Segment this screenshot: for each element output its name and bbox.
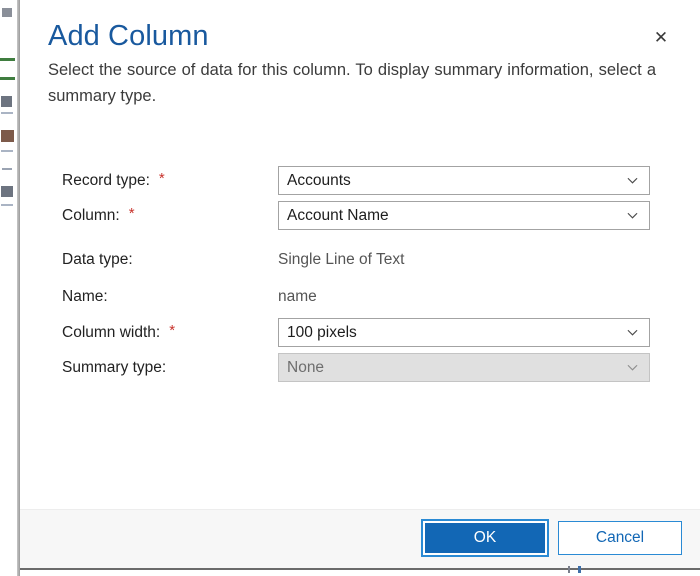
label-record-type: Record type: * (62, 166, 165, 196)
control-data-type: Single Line of Text (278, 245, 650, 274)
label-column: Column: * (62, 201, 135, 231)
required-asterisk: * (169, 321, 176, 339)
label-name-text: Name: (62, 288, 108, 305)
data-type-value: Single Line of Text (278, 250, 405, 268)
chevron-down-icon (627, 175, 638, 186)
summary-type-value: None (287, 358, 325, 376)
add-column-dialog: Add Column ✕ Select the source of data f… (20, 0, 700, 570)
chevron-down-icon (627, 327, 638, 338)
column-value: Account Name (287, 206, 389, 224)
label-data-type: Data type: (62, 245, 133, 275)
label-record-type-text: Record type: (62, 172, 150, 189)
name-value: name (278, 287, 317, 305)
form-row-column: Column: * Account Name (20, 201, 700, 231)
background-page (0, 0, 20, 576)
control-record-type: Accounts (278, 166, 650, 195)
form-row-data-type: Data type: Single Line of Text (20, 245, 700, 275)
column-dropdown[interactable]: Account Name (278, 201, 650, 230)
cancel-button[interactable]: Cancel (558, 521, 682, 555)
form-row-record-type: Record type: * Accounts (20, 166, 700, 196)
screen: Add Column ✕ Select the source of data f… (0, 0, 700, 576)
control-summary-type: None (278, 353, 650, 382)
control-name: name (278, 282, 650, 311)
required-asterisk: * (128, 204, 135, 222)
form-row-name: Name: name (20, 282, 700, 312)
required-asterisk: * (158, 169, 165, 187)
record-type-value: Accounts (287, 171, 351, 189)
label-name: Name: (62, 282, 108, 312)
page-title: Add Column (48, 20, 209, 52)
form-row-summary-type: Summary type: None (20, 353, 700, 383)
label-column-width-text: Column width: (62, 324, 161, 341)
dialog-footer: OK Cancel (20, 509, 700, 568)
footer-button-row: OK Cancel (421, 519, 682, 557)
label-column-text: Column: (62, 207, 120, 224)
chevron-down-icon (627, 362, 638, 373)
column-width-dropdown[interactable]: 100 pixels (278, 318, 650, 347)
label-summary-type-text: Summary type: (62, 359, 167, 376)
label-summary-type: Summary type: (62, 353, 166, 383)
dialog-description: Select the source of data for this colum… (48, 61, 656, 105)
label-data-type-text: Data type: (62, 251, 133, 268)
column-width-value: 100 pixels (287, 323, 357, 341)
page-artifact (568, 566, 570, 573)
close-icon[interactable]: ✕ (648, 24, 674, 50)
summary-type-dropdown: None (278, 353, 650, 382)
control-column-width: 100 pixels (278, 318, 650, 347)
label-column-width: Column width: * (62, 318, 175, 348)
ok-button[interactable]: OK (421, 519, 549, 557)
form-row-column-width: Column width: * 100 pixels (20, 318, 700, 348)
chevron-down-icon (627, 210, 638, 221)
page-artifact (578, 566, 581, 573)
control-column: Account Name (278, 201, 650, 230)
record-type-dropdown[interactable]: Accounts (278, 166, 650, 195)
